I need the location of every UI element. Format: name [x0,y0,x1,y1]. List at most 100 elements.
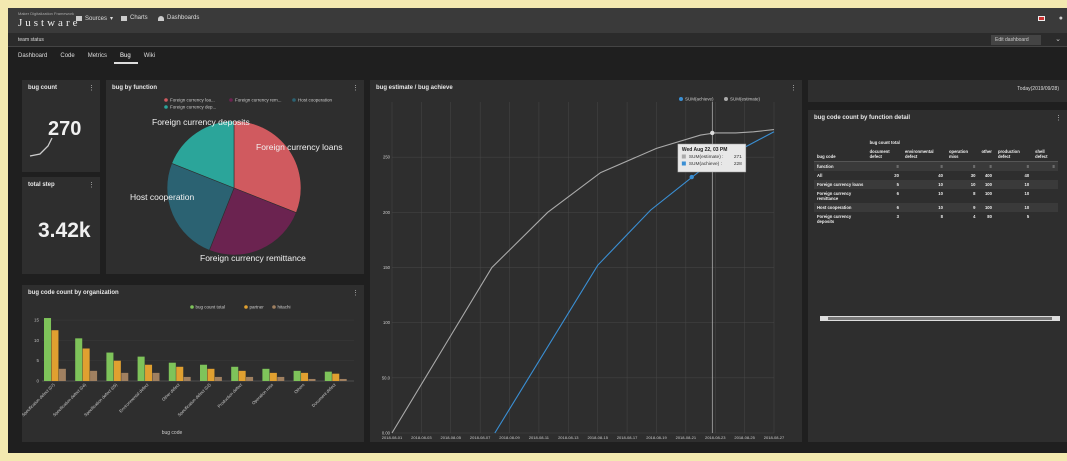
y-tick-label: 0.00 [382,431,391,436]
x-tick-label: Specification defect (07) [22,382,56,418]
filter-icon[interactable]: ≡ [866,161,902,171]
legend-swatch [292,98,296,102]
chevron-down-icon[interactable]: ⌄ [1055,35,1061,43]
x-tick-label: Other defect [161,382,181,402]
bar [324,371,332,381]
filter-icon[interactable]: ≡ [945,161,979,171]
tab-wiki[interactable]: Wiki [138,53,162,64]
app-logo[interactable]: Justware [18,17,81,29]
filter-icon[interactable]: ≡ [901,161,946,171]
legend-label: Foreign currency loa... [170,98,215,103]
bar [82,348,90,381]
x-tick-label: Operation miss [251,382,274,405]
legend-swatch [272,305,276,309]
tab-bug[interactable]: Bug [114,53,138,64]
bar [51,330,59,381]
legend-label: partner [250,305,265,310]
y-tick-label: 5 [36,358,39,363]
x-tick-label: 2018-08-27 [764,435,785,440]
x-tick-label: Specification defect (04) [52,382,88,418]
column-header[interactable]: document defect [866,147,902,162]
x-tick-label: 2018-08-03 [411,435,432,440]
x-tick-label: 2018-08-13 [558,435,579,440]
bar [176,366,184,381]
edit-dashboard-button[interactable]: Edit dashboard [991,35,1041,45]
column-header[interactable]: environmental defect [901,147,946,162]
bar [58,368,66,381]
bar [262,368,270,381]
slice-label: Foreign currency remittance [200,253,306,263]
nav-sources[interactable]: Sources ▾ [76,15,113,22]
filter-icon[interactable]: ≡ [994,161,1033,171]
bar [293,370,301,381]
series-line [391,129,775,434]
legend-swatch [229,98,233,102]
x-tick-label: 2018-08-05 [441,435,462,440]
legend-label: Foreign currency dep... [170,105,216,110]
tab-metrics[interactable]: Metrics [82,53,114,64]
legend-label: Foreign currency rem... [235,98,282,103]
bar [214,376,222,381]
x-tick-label: 2018-08-15 [587,435,608,440]
tab-bar: Dashboard Code Metrics Bug Wiki [12,53,162,64]
bug-code-by-org-panel: bug code count by organization ⋮ bug cou… [22,285,364,442]
tooltip-label: SUM(achieve) : [689,161,722,167]
filter-icon[interactable]: ≡ [1032,161,1058,171]
tooltip-value: 228 [734,161,742,167]
y-tick-label: 10 [34,338,40,343]
bar [168,362,176,381]
x-tick-label: 2018-08-01 [382,435,403,440]
tab-dashboard[interactable]: Dashboard [12,53,54,64]
column-header[interactable]: production defect [994,147,1033,162]
x-tick-label: Specification defect (05) [83,382,119,418]
tab-code[interactable]: Code [54,53,81,64]
legend-label: bug count total [196,305,226,310]
x-tick-label: Specification defect (02) [177,382,213,418]
bar [152,372,160,381]
table-row: Foreign currency remittance 6 10 8 100 1… [817,191,1030,201]
hover-point [689,174,694,180]
nav-dashboards[interactable]: Dashboards [158,15,199,21]
legend-swatch [724,97,728,101]
pivot-table: bug count total bug code document defect… [814,138,1058,226]
panel-menu-icon[interactable]: ⋮ [1055,114,1062,122]
function-subheader: function [814,161,867,171]
nav-charts[interactable]: Charts [121,15,148,21]
group-header: bug count total [869,140,900,145]
hover-point [710,130,715,136]
row-header: bug code [814,147,867,162]
bar [121,372,129,381]
language-flag-icon[interactable] [1038,16,1045,21]
legend-swatch [190,305,194,309]
bar [339,378,347,381]
scrollbar-thumb[interactable] [828,317,1052,320]
column-header[interactable]: shell defect [1032,147,1058,162]
bar [137,356,145,381]
y-tick-label: 200 [383,210,391,215]
x-tick-label: 2018-08-09 [499,435,520,440]
dashboard-name: team status [18,37,44,43]
legend-label: hitachi [278,305,291,310]
bug-estimate-panel: bug estimate / bug achieve ⋮ SUM(achieve… [370,80,802,442]
total-step-title: total step [28,182,55,188]
x-tick-label: 2018-08-25 [734,435,755,440]
y-tick-label: 100 [383,320,391,325]
column-header[interactable]: operation miss [945,147,979,162]
pie-chart: Foreign currency loa... Foreign currency … [130,98,342,263]
slice-label: Foreign currency deposits [152,117,250,127]
column-header[interactable]: other [978,147,995,162]
y-tick-label: 15 [34,318,40,323]
bar-chart: bug count total partner hitachi 0 5 10 15 Speci… [22,305,354,436]
bar [106,352,114,381]
filter-icon[interactable]: ≡ [978,161,995,171]
bar [308,378,316,381]
x-tick-label: 2018-08-17 [617,435,638,440]
slice-label: Foreign currency loans [256,142,342,152]
user-icon[interactable]: ● [1059,15,1063,22]
y-tick-label: 50.0 [382,375,391,380]
panel-menu-icon[interactable]: ⋮ [88,181,95,189]
table-row: Foreign currency loans 5 10 10 100 10 [814,180,1058,189]
total-step-value: 3.42k [38,219,91,242]
table-scrollbar[interactable] [820,316,1060,321]
date-panel: Today(2019/09/28) [808,80,1067,102]
